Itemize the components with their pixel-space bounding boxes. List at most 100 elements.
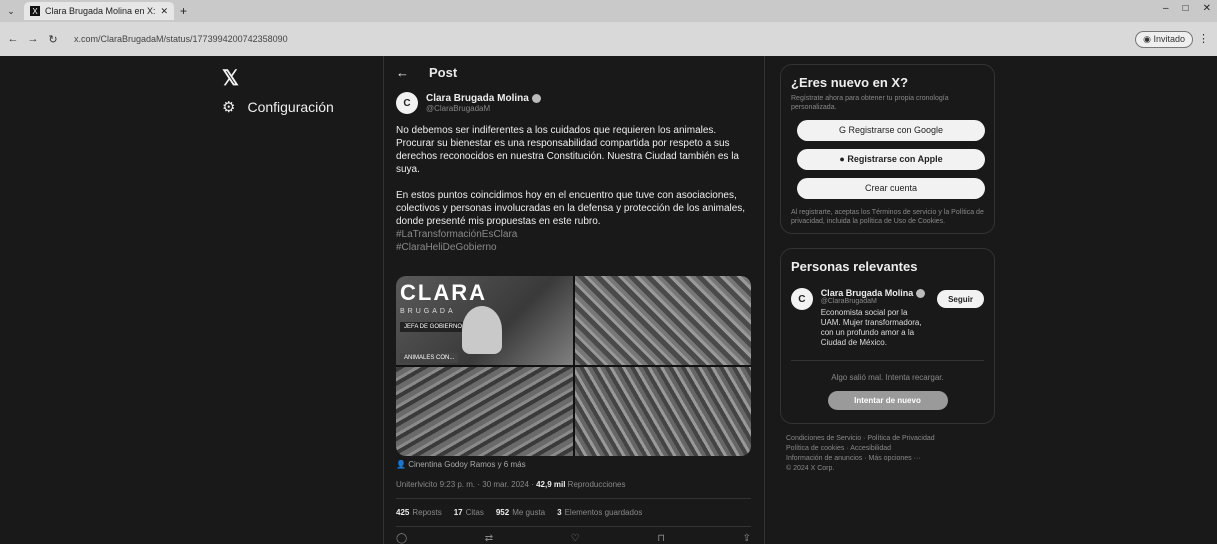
post-text: No debemos ser indiferentes a los cuidad… <box>396 124 751 254</box>
post-header: ← Post <box>396 65 457 80</box>
footer-line[interactable]: Condiciones de Servicio · Política de Pr… <box>786 434 986 444</box>
person-bio: Economista social por la UAM. Mujer tran… <box>820 308 922 348</box>
stat-reposts[interactable]: 425 Reposts <box>396 508 442 517</box>
media-image[interactable] <box>574 276 751 365</box>
google-signup-button[interactable]: G Registrarse con Google <box>797 120 985 141</box>
forward-icon[interactable]: → <box>26 33 40 45</box>
post-stats: 425 Reposts 17 Citas 952 Me gusta 3 Elemento… <box>396 508 642 517</box>
apple-signup-button[interactable]: ● Registrarse con Apple <box>797 149 985 170</box>
divider <box>791 360 984 362</box>
relevant-person[interactable]: C Clara Brugada Molina @ClaraBrugadaM Ec… <box>791 288 984 348</box>
stat-label: Me gusta <box>512 508 546 517</box>
media-image[interactable]: CLARA BRUGADA JEFA DE GOBIERNO ANIMALES … <box>396 276 573 365</box>
banner-animals: ANIMALES CON... <box>400 353 459 363</box>
media-image[interactable] <box>396 367 573 456</box>
author-handle[interactable]: @ClaraBrugadaM <box>426 104 541 113</box>
minimize-icon[interactable]: – <box>1163 3 1169 14</box>
avatar[interactable]: C <box>396 92 418 114</box>
new-tab-icon[interactable]: + <box>180 4 187 18</box>
post-media-grid[interactable]: CLARA BRUGADA JEFA DE GOBIERNO ANIMALES … <box>396 276 751 456</box>
like-icon[interactable]: ♡ <box>571 533 580 544</box>
close-tab-icon[interactable]: ✕ <box>160 6 168 17</box>
relevant-people-card: Personas relevantes C Clara Brugada Moli… <box>780 248 995 424</box>
stat-count: 425 <box>396 508 410 517</box>
footer-line[interactable]: Política de cookies · Accesibilidad <box>786 444 986 454</box>
stat-count: 952 <box>495 508 510 517</box>
footer-copyright: © 2024 X Corp. <box>786 465 835 472</box>
stat-likes[interactable]: 952 Me gusta <box>496 508 545 517</box>
x-app: 𝕏 ⚙ Configuración ← Post C Clara Brugada… <box>0 56 1217 544</box>
banner-title: CLARA <box>400 280 487 305</box>
speaker-figure <box>462 306 502 354</box>
relevant-title: Personas relevantes <box>791 259 918 274</box>
close-window-icon[interactable]: ✕ <box>1203 3 1211 14</box>
views-count: 42,9 mil <box>536 480 566 489</box>
person-handle[interactable]: @ClaraBrugadaM <box>821 298 929 305</box>
post-paragraph: No debemos ser indiferentes a los cuidad… <box>396 125 739 175</box>
views-label: Reproducciones <box>567 480 626 489</box>
stat-count: 17 <box>453 508 463 517</box>
hashtag-link[interactable]: #LaTransformaciónEsClara <box>396 228 751 241</box>
post-column: ← Post C Clara Brugada Molina @ClaraBrug… <box>384 56 764 544</box>
post-paragraph: En estos puntos coincidimos hoy en el en… <box>396 190 746 227</box>
stat-label: Reposts <box>412 508 442 517</box>
verified-badge-icon <box>531 93 541 103</box>
post-timestamp[interactable]: Uniterlvicito 9:23 p. m. · 30 mar. 2024 … <box>396 480 534 489</box>
verified-badge-icon <box>916 289 926 299</box>
banner-pill: JEFA DE GOBIERNO <box>400 322 467 332</box>
reply-icon[interactable]: ◯ <box>396 533 407 544</box>
author-name[interactable]: Clara Brugada Molina <box>426 93 529 104</box>
banner-subtitle: BRUGADA <box>400 308 456 315</box>
address-bar-row: ← → ↻ x.com/ClaraBrugadaM/status/1773994… <box>0 22 1217 56</box>
x-favicon-icon: X <box>30 6 40 16</box>
tab-list-icon[interactable]: ⌄ <box>4 6 18 17</box>
apple-icon: ● <box>839 154 845 164</box>
x-logo-icon[interactable]: 𝕏 <box>222 66 239 91</box>
create-account-button[interactable]: Crear cuenta <box>797 178 985 199</box>
settings-link[interactable]: ⚙ Configuración <box>222 98 334 116</box>
apple-signup-label: Registrarse con Apple <box>847 154 943 164</box>
page-title: Post <box>429 65 458 80</box>
browser-menu-icon[interactable]: ⋮ <box>1198 32 1209 45</box>
browser-tab-bar: ⌄ X Clara Brugada Molina en X: "N... ✕ +… <box>0 0 1217 22</box>
signup-terms: Al registrarte, aceptas los Términos de … <box>791 209 984 225</box>
retry-button[interactable]: Intentar de nuevo <box>827 391 948 411</box>
reload-icon[interactable]: ↻ <box>46 33 60 46</box>
google-icon: G <box>838 125 846 135</box>
post-actions: ◯ ⇄ ♡ ⊓ ⇪ <box>396 533 751 544</box>
guest-profile-button[interactable]: ◉ Invitado <box>1135 31 1193 48</box>
person-name[interactable]: Clara Brugada Molina <box>821 288 914 298</box>
signup-subtitle: Regístrate ahora para obtener tu propia … <box>791 95 949 111</box>
stat-label: Elementos guardados <box>564 508 643 517</box>
google-signup-label: Registrarse con Google <box>848 125 944 135</box>
hashtag-link[interactable]: #ClaraHeliDeGobierno <box>396 241 751 254</box>
bookmark-icon[interactable]: ⊓ <box>657 533 665 544</box>
signup-card: ¿Eres nuevo en X? Regístrate ahora para … <box>780 64 995 234</box>
back-icon[interactable]: ← <box>6 33 20 45</box>
footer-line[interactable]: Información de anuncios · Más opciones ·… <box>786 454 986 464</box>
browser-tab[interactable]: X Clara Brugada Molina en X: "N... ✕ <box>24 2 174 20</box>
maximize-icon[interactable]: □ <box>1183 3 1189 14</box>
back-arrow-icon[interactable]: ← <box>396 65 409 80</box>
url-field[interactable]: x.com/ClaraBrugadaM/status/1773994200742… <box>74 34 288 44</box>
stat-count: 3 <box>557 508 562 517</box>
tab-title: Clara Brugada Molina en X: "N... <box>45 6 156 16</box>
media-image[interactable] <box>574 367 751 456</box>
tagged-people[interactable]: 👤 Cinentina Godoy Ramos y 6 más <box>396 460 526 469</box>
avatar[interactable]: C <box>791 288 813 310</box>
settings-label: Configuración <box>247 99 334 115</box>
error-message: Algo salió mal. Intenta recargar. <box>831 373 944 383</box>
column-divider <box>764 56 765 544</box>
divider <box>396 498 751 499</box>
stat-bookmarks[interactable]: 3 Elementos guardados <box>557 508 642 517</box>
gear-icon: ⚙ <box>222 99 236 116</box>
footer-links: Condiciones de Servicio · Política de Pr… <box>786 434 986 474</box>
stat-quotes[interactable]: 17 Citas <box>454 508 484 517</box>
post-meta: Uniterlvicito 9:23 p. m. · 30 mar. 2024 … <box>396 480 625 489</box>
guest-label: Invitado <box>1153 34 1185 44</box>
post-author[interactable]: C Clara Brugada Molina @ClaraBrugadaM <box>396 92 541 114</box>
repost-icon[interactable]: ⇄ <box>485 533 493 544</box>
follow-button[interactable]: Seguir <box>937 290 984 308</box>
tagged-text: Cinentina Godoy Ramos y 6 más <box>408 460 526 469</box>
share-icon[interactable]: ⇪ <box>743 533 751 544</box>
